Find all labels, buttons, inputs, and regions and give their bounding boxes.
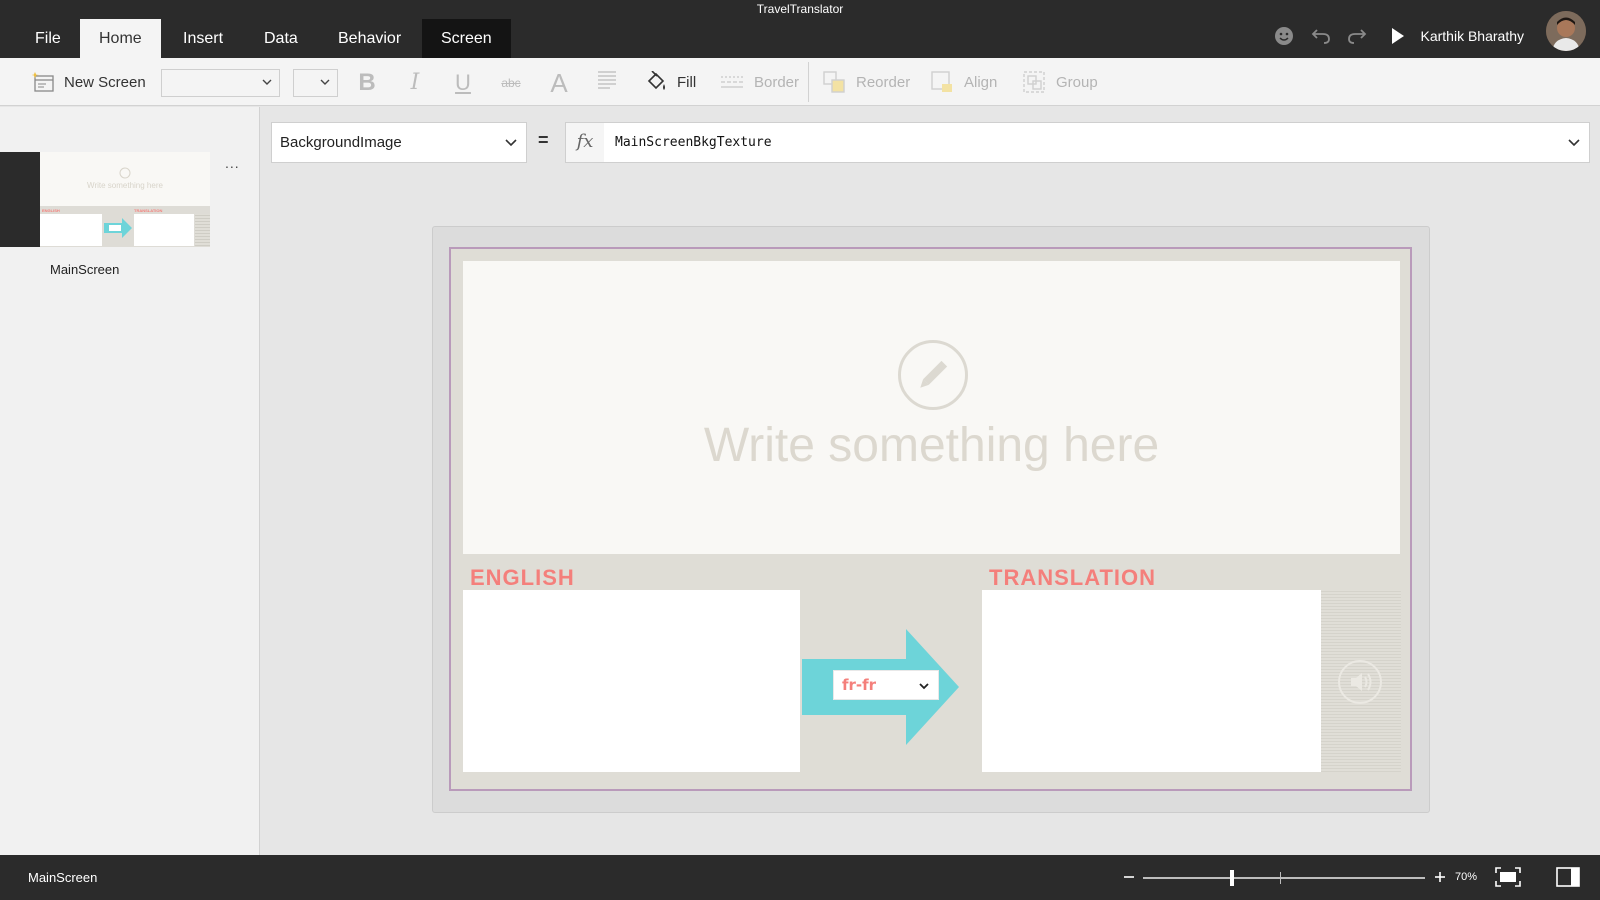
speaker-panel: [1321, 590, 1401, 772]
formula-input[interactable]: MainScreenBkgTexture: [604, 122, 1590, 163]
new-screen-button[interactable]: New Screen: [32, 58, 146, 106]
title-bar: TravelTranslator File Home Insert Data B…: [0, 0, 1600, 58]
ribbon-divider: [808, 62, 809, 102]
thumbnail-arrow-icon: [104, 218, 132, 238]
reorder-icon: [823, 71, 845, 93]
underline-button[interactable]: U: [448, 68, 478, 98]
align-icon: [931, 71, 952, 92]
language-dropdown[interactable]: fr-fr: [833, 670, 939, 700]
pencil-icon: [119, 167, 131, 179]
chevron-down-icon: [262, 79, 272, 85]
fit-to-screen-icon[interactable]: [1494, 865, 1522, 889]
fill-button[interactable]: Fill: [645, 58, 696, 106]
undo-icon[interactable]: [1307, 22, 1335, 50]
bold-button[interactable]: B: [352, 68, 382, 98]
property-select[interactable]: BackgroundImage: [271, 122, 527, 163]
pencil-icon: [898, 340, 968, 410]
font-color-button[interactable]: A: [544, 68, 574, 98]
main-screen-canvas[interactable]: Write something here ENGLISH TRANSLATION…: [449, 247, 1412, 791]
chevron-down-icon: [505, 139, 517, 147]
thumbnail-speaker-panel: [195, 214, 210, 246]
selected-screen-indicator: [0, 152, 40, 247]
align-label: Align: [964, 73, 998, 91]
fx-icon: fx: [565, 122, 605, 163]
screen-name-label[interactable]: MainScreen: [50, 262, 119, 277]
new-screen-label: New Screen: [64, 73, 146, 91]
translation-text-box: [982, 590, 1321, 772]
thumbnail-write-area: Write something here: [40, 152, 210, 206]
thumbnail-target-label: TRANSLATION: [134, 208, 163, 213]
thumbnail-target-box: [134, 214, 194, 246]
reorder-label: Reorder: [856, 73, 911, 91]
text-align-icon: [598, 71, 616, 89]
tab-screen[interactable]: Screen: [422, 19, 511, 58]
new-screen-icon: [32, 72, 54, 92]
tab-data[interactable]: Data: [245, 19, 317, 58]
current-screen-name: MainScreen: [28, 870, 98, 885]
font-family-select[interactable]: [161, 69, 280, 97]
group-icon: [1023, 71, 1045, 93]
play-icon[interactable]: [1384, 22, 1412, 50]
user-name[interactable]: Karthik Bharathy: [1421, 28, 1525, 44]
tab-home[interactable]: Home: [80, 19, 161, 58]
group-label: Group: [1056, 73, 1098, 91]
chevron-down-icon: [919, 683, 929, 690]
chevron-down-icon: [320, 79, 330, 85]
toggle-panel-icon[interactable]: [1555, 865, 1581, 889]
text-align-button[interactable]: [592, 68, 622, 98]
source-text-box[interactable]: [463, 590, 800, 772]
zoom-slider[interactable]: [1143, 870, 1425, 886]
group-button[interactable]: Group: [1022, 58, 1098, 106]
zoom-slider-center-tick: [1280, 872, 1281, 884]
target-language-label: TRANSLATION: [989, 565, 1157, 590]
language-dropdown-value: fr-fr: [842, 676, 877, 694]
zoom-in-icon[interactable]: [1432, 865, 1448, 889]
zoom-slider-thumb[interactable]: [1230, 870, 1235, 886]
chevron-down-icon[interactable]: [1567, 135, 1581, 149]
write-placeholder-text: Write something here: [703, 419, 1160, 472]
thumbnail-write-text: Write something here: [87, 181, 163, 190]
zoom-level: 70%: [1455, 871, 1478, 883]
screen-more-options-button[interactable]: ...: [225, 155, 240, 171]
align-button[interactable]: Align: [930, 58, 997, 106]
thumbnail-source-label: ENGLISH: [42, 208, 60, 213]
screen-thumbnail[interactable]: Write something here ENGLISH TRANSLATION: [40, 152, 210, 247]
speaker-icon[interactable]: [1338, 660, 1382, 704]
formula-input-value: MainScreenBkgTexture: [615, 135, 772, 150]
font-size-select[interactable]: [293, 69, 338, 97]
ribbon-toolbar: New Screen B I U abc A Fill Border Reord…: [0, 58, 1600, 106]
write-input-area[interactable]: Write something here: [463, 261, 1400, 554]
italic-button[interactable]: I: [400, 68, 430, 98]
tab-insert[interactable]: Insert: [164, 19, 242, 58]
tab-behavior[interactable]: Behavior: [319, 19, 420, 58]
redo-icon[interactable]: [1343, 22, 1371, 50]
source-language-label: ENGLISH: [470, 565, 575, 590]
reorder-button[interactable]: Reorder: [822, 58, 910, 106]
fill-label: Fill: [677, 73, 697, 91]
avatar[interactable]: [1546, 11, 1586, 51]
border-button[interactable]: Border: [720, 58, 799, 106]
border-label: Border: [754, 73, 800, 91]
smiley-icon[interactable]: [1270, 22, 1298, 50]
zoom-out-icon[interactable]: [1121, 865, 1137, 889]
property-select-value: BackgroundImage: [280, 134, 402, 151]
border-icon: [721, 76, 743, 88]
thumbnail-source-box: [40, 214, 102, 246]
app-title: TravelTranslator: [756, 2, 844, 16]
strikethrough-button[interactable]: abc: [496, 68, 526, 98]
tab-file[interactable]: File: [16, 19, 80, 58]
status-bar: MainScreen 70%: [0, 855, 1600, 900]
screens-panel: Write something here ENGLISH TRANSLATION…: [0, 107, 260, 855]
paint-bucket-icon: [647, 71, 665, 90]
equals-sign: =: [538, 130, 549, 150]
